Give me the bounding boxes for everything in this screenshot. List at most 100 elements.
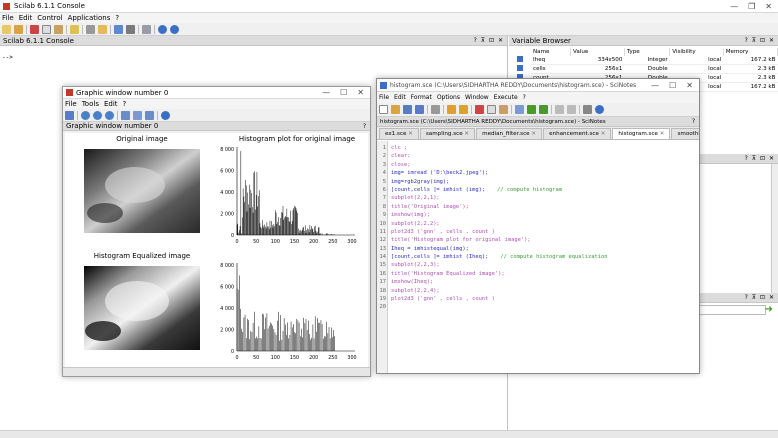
scinotes-minimize-button[interactable]: — — [651, 81, 659, 90]
sn-copy-icon[interactable] — [487, 105, 496, 114]
console-menu-file[interactable]: File — [2, 14, 14, 22]
help-icon[interactable] — [170, 24, 179, 34]
new-file-icon[interactable] — [2, 24, 11, 34]
graphic-close-button[interactable]: ✕ — [357, 88, 364, 97]
code-line[interactable]: 15 subplot(2,2,3); — [377, 262, 699, 270]
datatip-icon[interactable] — [133, 110, 142, 120]
xcos-icon[interactable] — [126, 24, 135, 34]
paste-icon[interactable] — [54, 24, 63, 34]
console-prompt[interactable]: --> — [0, 46, 507, 69]
graphic-panel-controls[interactable]: ? — [363, 123, 370, 130]
clear-console-icon[interactable] — [98, 24, 107, 34]
tab-median_filter-sce[interactable]: median_filter.sce ✕ — [476, 128, 543, 139]
print-icon[interactable] — [86, 24, 95, 34]
open-folder-icon[interactable] — [14, 24, 23, 34]
preferences-icon[interactable] — [70, 24, 79, 34]
figure-canvas[interactable]: Original image Histogram Equalized image… — [65, 133, 368, 367]
history-scrollbar[interactable] — [771, 164, 778, 296]
pan-icon[interactable] — [145, 110, 154, 120]
vb-col-type[interactable]: Type — [624, 48, 671, 56]
scinotes-menu-file[interactable]: File — [379, 94, 389, 101]
graphic-menu-tools[interactable]: Tools — [82, 100, 99, 108]
graphic-minimize-button[interactable]: — — [322, 88, 330, 97]
rotate-icon[interactable] — [121, 110, 130, 120]
copy-icon[interactable] — [42, 24, 51, 34]
graphic-help-icon[interactable] — [161, 110, 170, 120]
console-menu-help[interactable]: ? — [115, 14, 119, 22]
code-line[interactable]: 12 title('Histogram plot for original ima… — [377, 237, 699, 245]
panel-controls[interactable]: ? ⊼ ⊡ ✕ — [474, 37, 507, 44]
console-menu-applications[interactable]: Applications — [68, 14, 111, 22]
tab-close-icon[interactable]: ✕ — [599, 131, 606, 137]
code-line[interactable]: 19 plot2d3 ('gnn' , cells , count ) — [377, 296, 699, 304]
zoom-fit-icon[interactable] — [105, 110, 114, 120]
demo-icon[interactable] — [158, 24, 167, 34]
scinotes-close-button[interactable]: ✕ — [686, 81, 693, 90]
variable-row[interactable]: Iheq 334x500 Integer local 167.2 kB — [509, 56, 778, 65]
code-editor[interactable]: 1 clc ; 2 clear; 3 close; 4 img= imread ('D:\be… — [377, 141, 699, 373]
tab-ex1-sce[interactable]: ex1.sce ✕ — [379, 128, 419, 139]
tab-enhancement-sce[interactable]: enhancement.sce ✕ — [543, 128, 612, 139]
scinotes-icon[interactable] — [114, 24, 123, 34]
sn-execute-icon[interactable] — [527, 105, 536, 114]
news-panel-controls[interactable]: ? ⊼ ⊡ ✕ — [745, 294, 778, 301]
sn-tools-icon[interactable] — [583, 105, 592, 114]
module-manager-icon[interactable] — [142, 24, 151, 34]
scinotes-menu-window[interactable]: Window — [465, 94, 489, 101]
sn-execute-all-icon[interactable] — [539, 105, 548, 114]
sn-run-icon[interactable] — [555, 105, 564, 114]
tab-close-icon[interactable]: ✕ — [406, 131, 413, 137]
cut-icon[interactable] — [30, 24, 39, 34]
scinotes-menu-help[interactable]: ? — [523, 94, 526, 101]
tab-smoothing-sce[interactable]: smoothing.sce ✕ — [671, 128, 699, 139]
code-line[interactable]: 1 clc ; — [377, 145, 699, 153]
console-menu-edit[interactable]: Edit — [19, 14, 33, 22]
go-arrow-icon[interactable]: ➜ — [765, 304, 773, 315]
variable-row[interactable]: cells 256x1 Double local 2.3 kB — [509, 64, 778, 74]
sn-new-icon[interactable] — [379, 105, 388, 114]
scinotes-menu-edit[interactable]: Edit — [394, 94, 406, 101]
zoom-out-icon[interactable] — [93, 110, 102, 120]
sn-paste-icon[interactable] — [499, 105, 508, 114]
code-line[interactable]: 13 Iheq = imhistequal(img); — [377, 246, 699, 254]
code-line[interactable]: 6 [count,cells ]= imhist (img); // compute… — [377, 187, 699, 195]
vb-col-visibility[interactable]: Visibility — [669, 48, 724, 56]
graphic-menu-file[interactable]: File — [65, 100, 77, 108]
tab-sampling-sce[interactable]: sampling.sce ✕ — [419, 128, 476, 139]
sn-redo-icon[interactable] — [459, 105, 468, 114]
code-line[interactable]: 3 close; — [377, 162, 699, 170]
code-line[interactable]: 8 title('Original image'); — [377, 204, 699, 212]
code-line[interactable]: 17 imshow(Iheq); — [377, 279, 699, 287]
code-line[interactable]: 9 imshow(img); — [377, 212, 699, 220]
scinotes-menu-options[interactable]: Options — [437, 94, 460, 101]
tab-close-icon[interactable]: ✕ — [463, 131, 469, 137]
code-line[interactable]: 2 clear; — [377, 153, 699, 161]
graphic-maximize-button[interactable]: ☐ — [340, 88, 347, 97]
sn-panel-controls[interactable]: ? — [692, 118, 699, 125]
code-line[interactable]: 4 img= imread ('D:\beck2.jpeg'); — [377, 170, 699, 178]
code-line[interactable]: 14 [count,cells ]= imhist (Iheq); // compu… — [377, 254, 699, 262]
tab-close-icon[interactable]: ✕ — [658, 131, 665, 137]
sn-cut-icon[interactable] — [475, 105, 484, 114]
zoom-in-icon[interactable] — [81, 110, 90, 120]
vb-col-name[interactable]: Name — [531, 48, 571, 56]
tab-histogram-sce[interactable]: histogram.sce ✕ — [612, 128, 671, 139]
minimize-button[interactable]: — — [730, 2, 738, 11]
scinotes-menu-execute[interactable]: Execute — [494, 94, 518, 101]
vb-col-memory[interactable]: Memory — [723, 48, 778, 56]
code-line[interactable]: 7 subplot(2,2,1); — [377, 195, 699, 203]
sn-step-icon[interactable] — [567, 105, 576, 114]
vb-panel-controls[interactable]: ? ⊼ ⊡ ✕ — [745, 37, 778, 44]
close-button[interactable]: ✕ — [765, 2, 772, 11]
tab-close-icon[interactable]: ✕ — [530, 131, 536, 137]
sn-open-icon[interactable] — [391, 105, 400, 114]
code-line[interactable]: 11 plot2d3 ('gnn' , cells , count ) — [377, 229, 699, 237]
maximize-button[interactable]: ❐ — [748, 2, 755, 11]
vb-col-value[interactable]: Value — [570, 48, 625, 56]
sn-print-icon[interactable] — [431, 105, 440, 114]
code-line[interactable]: 20 — [377, 304, 699, 312]
history-panel-controls[interactable]: ? ⊼ ⊡ ✕ — [745, 155, 778, 162]
scinotes-maximize-button[interactable]: ☐ — [669, 81, 676, 90]
sn-help-icon[interactable] — [595, 105, 604, 114]
code-line[interactable]: 10 subplot(2,2,2); — [377, 221, 699, 229]
